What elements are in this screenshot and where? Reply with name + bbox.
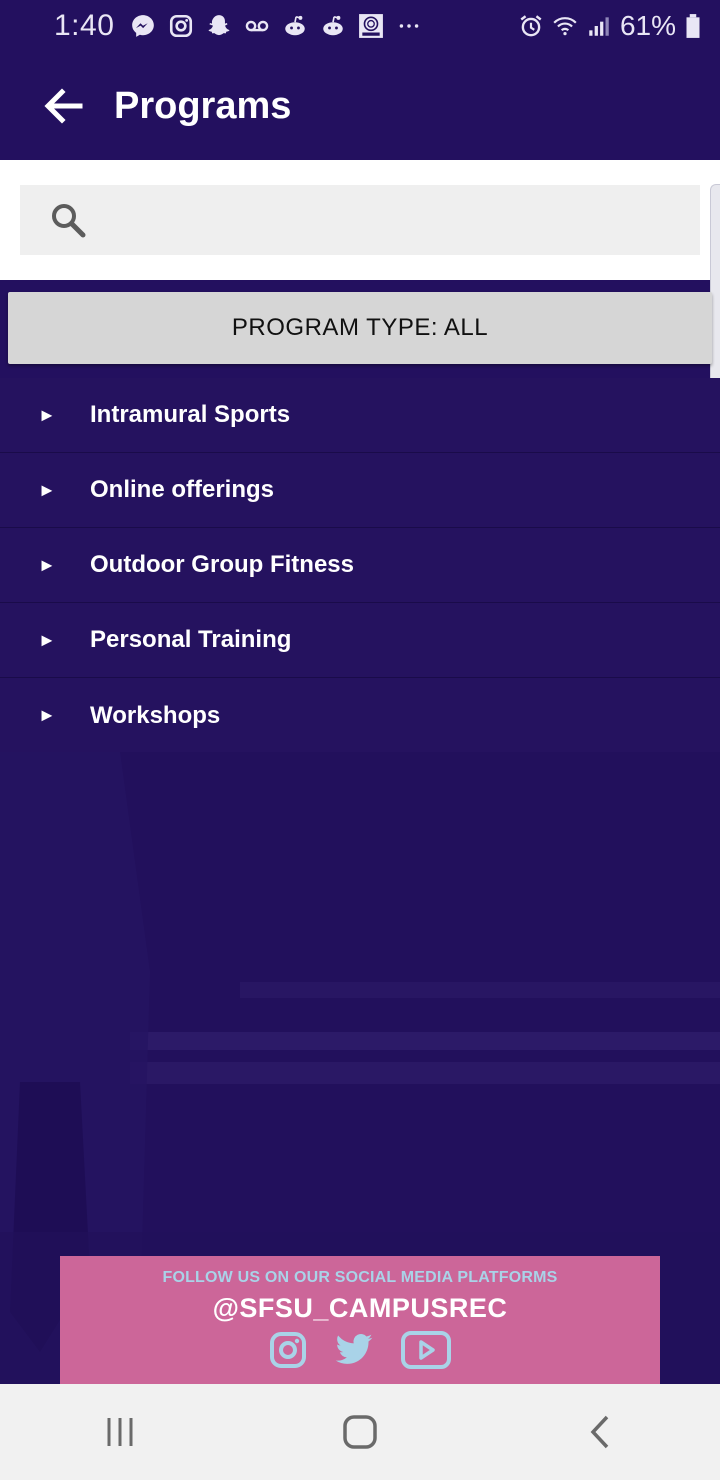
expand-triangle-icon: ► <box>38 629 56 650</box>
reddit-icon <box>282 13 308 39</box>
expand-triangle-icon: ► <box>38 404 56 425</box>
back-button[interactable] <box>570 1402 630 1462</box>
status-time: 1:40 <box>54 9 115 42</box>
page-title: Programs <box>114 84 292 127</box>
status-bar: 1:40 61% <box>0 0 720 52</box>
battery-icon <box>684 13 702 39</box>
signal-icon <box>586 13 612 39</box>
back-arrow-icon[interactable] <box>36 78 92 134</box>
notification-icons <box>130 13 422 39</box>
search-icon <box>48 200 88 240</box>
battery-percent: 61% <box>619 10 676 41</box>
wifi-icon <box>552 13 578 39</box>
program-label: Workshops <box>90 701 221 729</box>
instagram-icon[interactable] <box>268 1330 308 1370</box>
program-label: Online offerings <box>90 476 275 503</box>
list-item[interactable]: ► Workshops <box>0 678 720 753</box>
system-nav-bar <box>0 1384 720 1480</box>
social-follow-text: FOLLOW US ON OUR SOCIAL MEDIA PLATFORMS <box>162 1269 558 1286</box>
program-label: Outdoor Group Fitness <box>90 551 354 578</box>
youtube-icon[interactable] <box>400 1330 452 1370</box>
program-type-filter-button[interactable]: PROGRAM TYPE: ALL <box>8 292 712 364</box>
instagram-icon <box>168 13 194 39</box>
search-input[interactable] <box>106 185 700 255</box>
home-button[interactable] <box>330 1402 390 1462</box>
twitter-icon[interactable] <box>334 1330 374 1370</box>
messenger-icon <box>130 13 156 39</box>
system-status: 61% <box>518 10 702 42</box>
program-label: Personal Training <box>90 626 292 653</box>
social-icons <box>60 1330 660 1370</box>
recents-button[interactable] <box>90 1402 150 1462</box>
list-item[interactable]: ► Personal Training <box>0 603 720 678</box>
snapchat-icon <box>206 13 232 39</box>
list-item[interactable]: ► Outdoor Group Fitness <box>0 528 720 603</box>
reddit-icon <box>320 13 346 39</box>
social-media-banner[interactable]: FOLLOW US ON OUR SOCIAL MEDIA PLATFORMS … <box>60 1256 660 1384</box>
more-dots-icon <box>396 13 422 39</box>
sfsu-icon <box>358 13 384 39</box>
search-area <box>0 160 720 280</box>
expand-triangle-icon: ► <box>38 705 56 725</box>
list-item[interactable]: ► Online offerings <box>0 453 720 528</box>
expand-triangle-icon: ► <box>38 479 56 500</box>
voicemail-icon <box>244 13 270 39</box>
program-label: Intramural Sports <box>90 401 291 428</box>
expand-triangle-icon: ► <box>38 554 56 575</box>
alarm-icon <box>518 13 544 39</box>
social-handle: @SFSU_CAMPUSREC <box>212 1293 508 1323</box>
list-item[interactable]: ► Intramural Sports <box>0 378 720 453</box>
search-box[interactable] <box>20 185 700 255</box>
app-bar: Programs <box>0 52 720 160</box>
program-list: ► Intramural Sports ► Online offerings ►… <box>0 378 720 753</box>
